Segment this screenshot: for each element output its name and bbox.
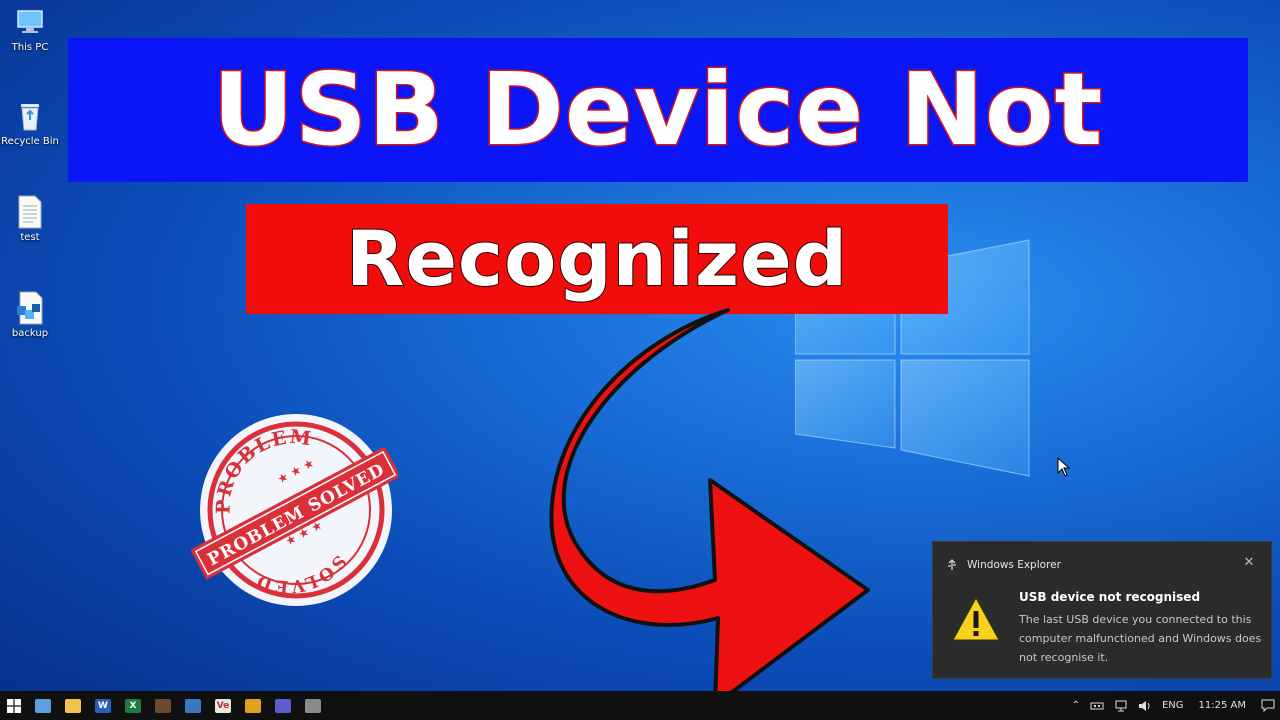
notification-toast[interactable]: Windows Explorer ✕ USB device not recogn…: [932, 541, 1272, 679]
file-explorer-icon: [65, 698, 81, 713]
calculator-icon: [155, 698, 171, 713]
usb-icon: [945, 558, 959, 572]
desktop-icon-label: backup: [11, 328, 49, 339]
taskbar-app-app-ve[interactable]: Ve: [208, 691, 238, 720]
problem-solved-stamp: PROBLEM SOLVED ★ ★ ★ ★ ★ ★ PROBLEM SOLVE…: [190, 414, 398, 606]
word-icon: W: [95, 698, 111, 713]
taskbar-app-excel[interactable]: X: [118, 691, 148, 720]
mouse-cursor-icon: [1057, 457, 1071, 477]
taskbar-app-teams[interactable]: [268, 691, 298, 720]
action-center-icon[interactable]: [1256, 691, 1280, 720]
text-file-icon: [13, 194, 47, 230]
subline-text: Recognized: [345, 214, 849, 303]
language-indicator[interactable]: ENG: [1157, 691, 1189, 720]
taskbar-app-word[interactable]: W: [88, 691, 118, 720]
warning-icon: [952, 596, 1000, 641]
taskbar-app-calculator[interactable]: [148, 691, 178, 720]
windows-start-icon: [7, 698, 21, 713]
notification-app-name: Windows Explorer: [967, 559, 1061, 571]
notification-body: The last USB device you connected to thi…: [1019, 613, 1262, 664]
desktop-icon-this-pc[interactable]: This PC: [0, 4, 60, 53]
desktop-icon-label: Recycle Bin: [1, 136, 59, 147]
task-view-icon: [35, 698, 51, 713]
excel-icon: X: [125, 698, 141, 713]
taskbar-app-task-view[interactable]: [28, 691, 58, 720]
desktop-icon-backup[interactable]: backup: [0, 290, 60, 339]
chrome-icon: [245, 698, 261, 713]
taskbar-app-app-blue[interactable]: [178, 691, 208, 720]
desktop-icon-label: test: [20, 232, 40, 243]
headline-text: USB Device Not: [211, 51, 1104, 168]
notification-close-button[interactable]: ✕: [1241, 555, 1257, 571]
taskbar: W X Ve ⌃ ENG 11:25 AM: [0, 691, 1280, 720]
app-ve-icon: Ve: [215, 698, 231, 713]
headline-banner: USB Device Not: [68, 38, 1248, 182]
usb-tray-icon[interactable]: [1085, 691, 1109, 720]
notification-title: USB device not recognised: [1019, 590, 1201, 604]
computer-icon: [13, 4, 47, 40]
clock[interactable]: 11:25 AM: [1189, 691, 1256, 720]
desktop-icon-recycle-bin[interactable]: Recycle Bin: [0, 98, 60, 147]
network-icon[interactable]: [1109, 691, 1133, 720]
backup-file-icon: [13, 290, 47, 326]
desktop-icon-test[interactable]: test: [0, 194, 60, 243]
app-globe-icon: [305, 698, 321, 713]
app-blue-icon: [185, 698, 201, 713]
recycle-bin-icon: [13, 98, 47, 134]
subline-banner: Recognized: [246, 204, 948, 314]
teams-icon: [275, 698, 291, 713]
notification-header: Windows Explorer: [945, 558, 1061, 572]
chevron-up-icon[interactable]: ⌃: [1067, 691, 1085, 720]
desktop-icon-label: This PC: [11, 42, 49, 53]
taskbar-app-file-explorer[interactable]: [58, 691, 88, 720]
taskbar-app-app-globe[interactable]: [298, 691, 328, 720]
volume-icon[interactable]: [1133, 691, 1157, 720]
curved-arrow-graphic: [549, 308, 870, 707]
start-button[interactable]: [0, 691, 28, 720]
system-tray: ⌃ ENG 11:25 AM: [1067, 691, 1280, 720]
taskbar-app-chrome[interactable]: [238, 691, 268, 720]
